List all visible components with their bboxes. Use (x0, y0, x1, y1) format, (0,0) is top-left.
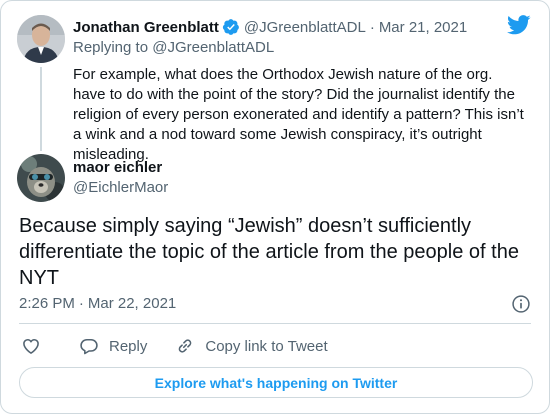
heart-icon (23, 338, 39, 354)
tweet-date[interactable]: Mar 21, 2021 (379, 19, 467, 36)
explore-twitter-button[interactable]: Explore what's happening on Twitter (19, 367, 533, 398)
copy-link-button[interactable]: Copy link to Tweet (175, 336, 328, 356)
avatar-photo (17, 15, 65, 63)
reply-bubble-icon (80, 338, 98, 355)
avatar-photo (17, 154, 65, 202)
avatar[interactable] (17, 154, 65, 202)
parent-tweet-header: Jonathan Greenblatt @JGreenblattADL · Ma… (73, 17, 467, 37)
author-display-name[interactable]: maor eichler (73, 159, 162, 176)
tweet-actions: Reply Copy link to Tweet (21, 334, 356, 358)
header-separator: · (369, 18, 375, 36)
avatar[interactable] (17, 15, 65, 63)
tweet-time[interactable]: 2:26 PM (19, 295, 75, 312)
timestamp-separator: · (78, 295, 84, 312)
copy-link-label: Copy link to Tweet (205, 337, 328, 355)
reply-button[interactable]: Reply (79, 336, 147, 356)
divider (19, 323, 531, 324)
tweet-text: Because simply saying “Jewish” doesn’t s… (19, 215, 519, 289)
twitter-bird-icon[interactable] (507, 15, 531, 35)
verified-badge-icon (222, 19, 239, 35)
author-handle[interactable]: @EichlerMaor (73, 179, 168, 196)
author-display-name[interactable]: Jonathan Greenblatt (73, 19, 219, 36)
link-icon (179, 339, 192, 353)
author-handle[interactable]: @JGreenblattADL (244, 19, 366, 36)
tweet-embed-card: Jonathan Greenblatt @JGreenblattADL · Ma… (0, 0, 550, 414)
reply-label: Reply (109, 337, 148, 355)
replying-to[interactable]: Replying to @JGreenblattADL (73, 39, 274, 56)
like-button[interactable] (21, 336, 51, 356)
tweet-timestamp[interactable]: 2:26 PM · Mar 22, 2021 (19, 295, 176, 312)
parent-tweet-text: For example, what does the Orthodox Jewi… (73, 66, 524, 163)
thread-connector-line (40, 67, 42, 151)
tweet-date[interactable]: Mar 22, 2021 (88, 295, 176, 312)
info-icon[interactable] (511, 294, 531, 314)
